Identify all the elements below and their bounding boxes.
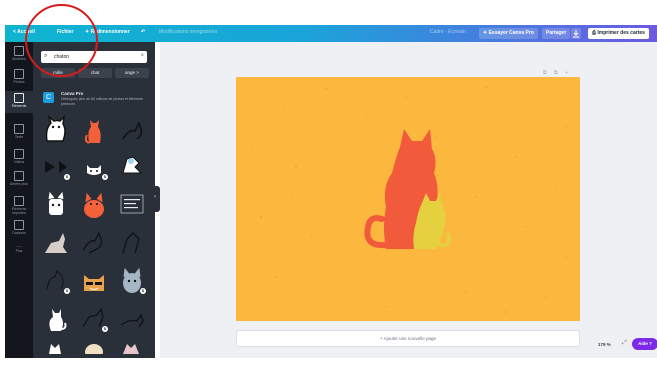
- cat-element-cream[interactable]: [79, 341, 109, 371]
- rail-item-background[interactable]: Arrière-plan: [5, 169, 33, 191]
- canva-pro-promo[interactable]: C Canva Pro Débloquez plus de 60 million…: [43, 89, 147, 107]
- cat-element-line-walking[interactable]: $: [79, 303, 109, 333]
- rail-item-photos[interactable]: Photos: [5, 67, 33, 89]
- collapse-panel-button[interactable]: ‹: [153, 186, 160, 212]
- cat-element-orange-sitting[interactable]: [79, 115, 109, 145]
- annotation-circle: [25, 4, 98, 77]
- rail-item-text[interactable]: Texte: [5, 122, 33, 144]
- rail-item-more[interactable]: ··· Plus: [5, 242, 33, 264]
- chevron-left-icon: ‹: [154, 194, 156, 200]
- cat-element-white-sitting[interactable]: [41, 303, 71, 333]
- share-button[interactable]: Partager: [542, 28, 571, 39]
- cat-element-blue-jumping[interactable]: [117, 151, 147, 181]
- undo-icon[interactable]: ↶: [141, 29, 145, 35]
- left-rail: Modèles Photos Éléments Texte Vidéos Arr…: [5, 42, 33, 358]
- cat-element-grey-cartoon[interactable]: $: [117, 265, 147, 295]
- tag-ange[interactable]: ange >: [115, 68, 149, 78]
- document-title[interactable]: Cadre - Ecrivain: [430, 29, 466, 35]
- zoom-level[interactable]: 179 %: [598, 342, 611, 347]
- premium-badge: $: [64, 288, 70, 294]
- design-page[interactable]: [236, 77, 580, 321]
- promo-title: Canva Pro: [61, 91, 84, 96]
- cat-pair-illustration: [364, 129, 451, 249]
- cat-element-silhouette[interactable]: $: [41, 151, 71, 181]
- cat-element-grey-standing[interactable]: [41, 227, 71, 257]
- help-button[interactable]: Aide ?: [632, 338, 657, 350]
- cat-element-sunglasses[interactable]: [79, 265, 109, 295]
- upload-icon: [14, 196, 24, 206]
- cat-element-sketch[interactable]: $: [41, 265, 71, 295]
- premium-badge: $: [64, 174, 70, 180]
- template-icon: [14, 46, 24, 56]
- save-status: Modifications enregistrées: [159, 29, 218, 35]
- text-icon: [14, 124, 24, 134]
- page-artwork: [250, 86, 567, 313]
- folder-icon: [14, 220, 24, 230]
- premium-badge: $: [102, 326, 108, 332]
- top-toolbar: < Accueil Fichier ✦ Redimensionner ↶ Mod…: [5, 25, 657, 42]
- cat-element-pink[interactable]: [117, 341, 147, 371]
- download-icon[interactable]: [571, 28, 581, 39]
- cat-element-line-black[interactable]: [117, 227, 147, 257]
- promo-text: Débloquez plus de 60 millions de photos …: [61, 97, 143, 106]
- cat-element-face[interactable]: $: [79, 151, 109, 181]
- rail-item-uploads[interactable]: Éléments importés: [5, 194, 33, 216]
- try-pro-button[interactable]: ✦ Essayer Canva Pro: [479, 28, 538, 39]
- video-icon: [14, 149, 24, 159]
- page-tools[interactable]: ⧉ ⧉ +: [543, 70, 571, 76]
- cat-element-orange-fat[interactable]: [79, 189, 109, 219]
- more-icon: ···: [16, 244, 22, 250]
- rail-item-videos[interactable]: Vidéos: [5, 147, 33, 169]
- add-page-button[interactable]: + Ajouter une nouvelle page: [236, 330, 580, 347]
- cat-element-outline[interactable]: [41, 114, 71, 145]
- elements-panel: ⌕ chaton × mâle chat ange > C Canva Pro …: [33, 42, 155, 360]
- canva-logo-icon: C: [43, 92, 54, 103]
- background-icon: [14, 171, 24, 181]
- cat-element-mini[interactable]: [41, 341, 71, 371]
- rail-item-elements[interactable]: Éléments: [5, 91, 33, 113]
- photo-icon: [14, 69, 24, 79]
- premium-badge: $: [102, 174, 108, 180]
- editor-canvas-area: ⧉ ⧉ + + Ajouter une nouvelle page 179 % …: [160, 42, 657, 358]
- cat-element-black-line[interactable]: [79, 227, 109, 257]
- expand-icon[interactable]: ⤢: [622, 340, 627, 347]
- rail-item-folders[interactable]: Dossiers: [5, 218, 33, 240]
- cat-element-dark-stretch[interactable]: [117, 303, 147, 333]
- premium-badge: $: [140, 288, 146, 294]
- cat-element-text-card[interactable]: [117, 189, 147, 219]
- cat-element-dark-line[interactable]: [117, 115, 147, 145]
- cat-element-white-robot[interactable]: [41, 189, 71, 219]
- print-cards-button[interactable]: ⎙ Imprimer des cartes: [588, 28, 649, 39]
- clear-search-icon[interactable]: ×: [140, 53, 144, 59]
- shapes-icon: [14, 93, 24, 103]
